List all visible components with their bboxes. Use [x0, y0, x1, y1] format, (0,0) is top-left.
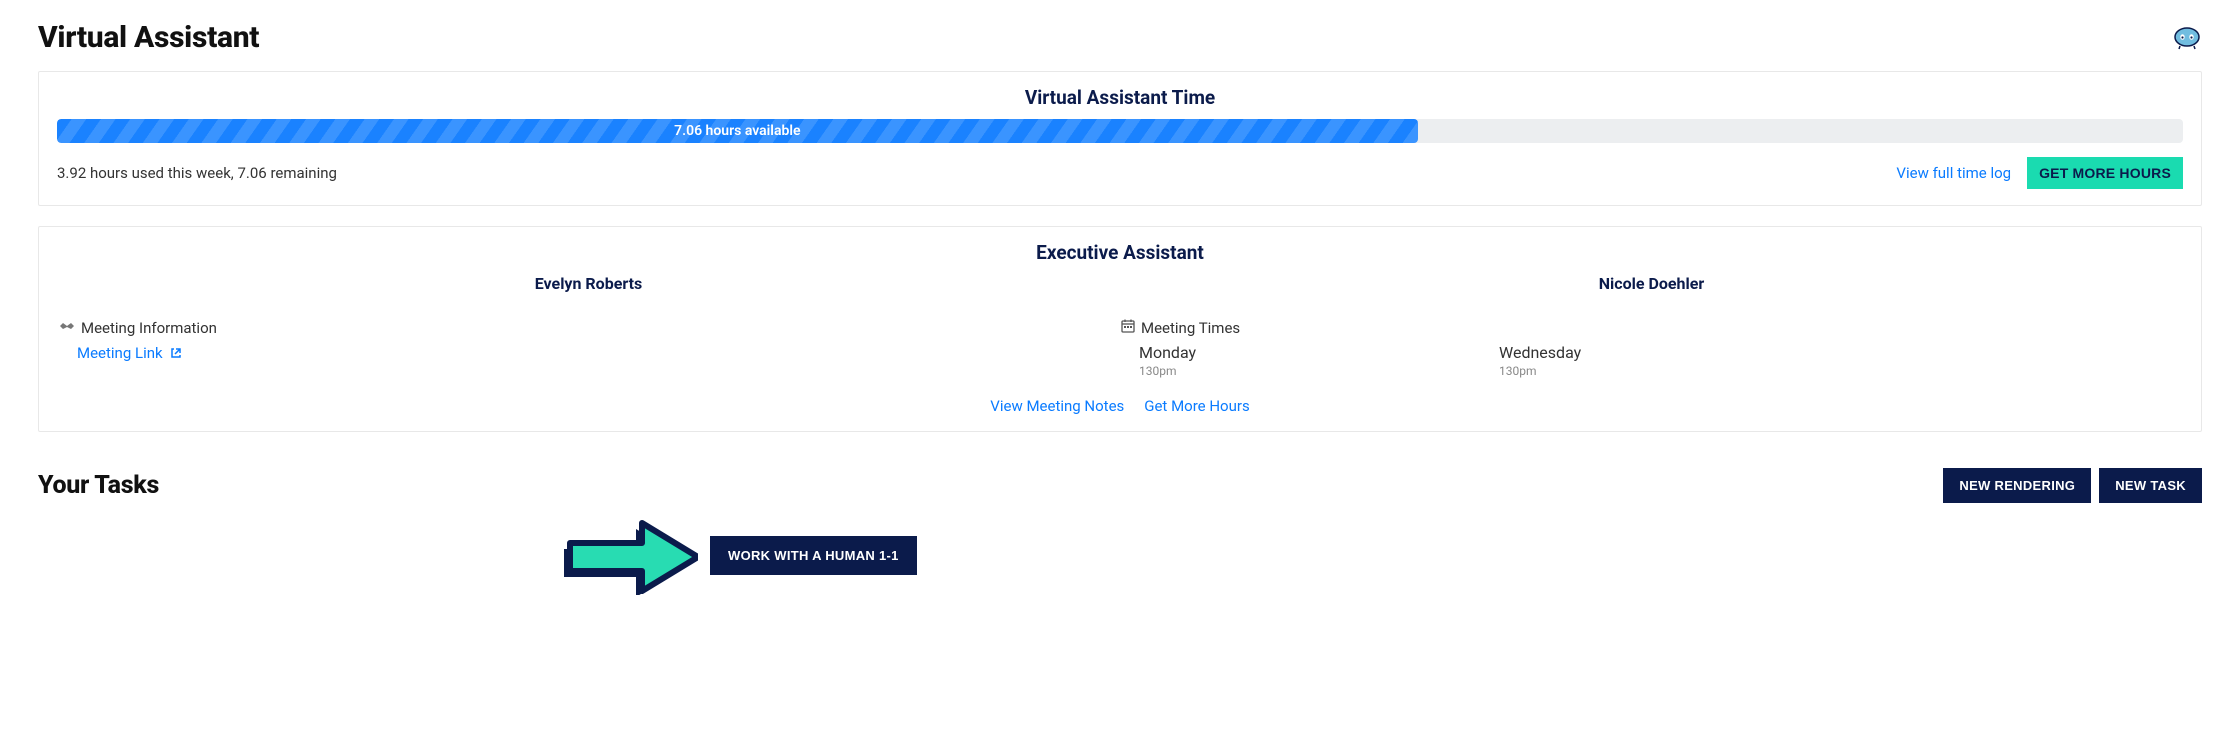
meeting-time-1: 130pm [1139, 364, 1499, 378]
new-task-button[interactable]: NEW TASK [2099, 468, 2202, 503]
get-more-hours-button[interactable]: GET MORE HOURS [2027, 157, 2183, 189]
meeting-times-heading: Meeting Times [1121, 319, 2183, 337]
meeting-day-2: Wednesday [1499, 343, 2183, 362]
meeting-link[interactable]: Meeting Link [77, 344, 182, 362]
vat-card-title: Virtual Assistant Time [57, 86, 2183, 109]
meeting-link-label: Meeting Link [77, 344, 163, 362]
new-rendering-button[interactable]: NEW RENDERING [1943, 468, 2091, 503]
ea-name-1: Evelyn Roberts [57, 274, 1120, 293]
meeting-info-heading: Meeting Information [59, 319, 1121, 337]
executive-assistant-card: Executive Assistant Evelyn Roberts Nicol… [38, 226, 2202, 432]
arrow-icon [558, 515, 698, 595]
view-full-time-log-link[interactable]: View full time log [1896, 164, 2011, 182]
ea-get-more-hours-link[interactable]: Get More Hours [1144, 397, 1249, 415]
handshake-icon [59, 320, 75, 336]
meeting-info-label: Meeting Information [81, 319, 217, 337]
page-title: Virtual Assistant [38, 20, 259, 55]
vat-progress-bar: 7.06 hours available [57, 119, 2183, 143]
ea-name-2: Nicole Doehler [1120, 274, 2183, 293]
meeting-time-2: 130pm [1499, 364, 2183, 378]
calendar-icon [1121, 319, 1135, 337]
vat-progress-label: 7.06 hours available [57, 119, 1418, 143]
view-meeting-notes-link[interactable]: View Meeting Notes [990, 397, 1124, 415]
avatar[interactable] [2172, 26, 2202, 50]
vat-status-text: 3.92 hours used this week, 7.06 remainin… [57, 164, 337, 182]
tasks-title: Your Tasks [38, 471, 159, 500]
work-with-human-button[interactable]: WORK WITH A HUMAN 1-1 [710, 536, 917, 575]
meeting-day-1: Monday [1139, 343, 1499, 362]
vat-time-card: Virtual Assistant Time 7.06 hours availa… [38, 71, 2202, 206]
external-link-icon [170, 345, 182, 357]
ea-card-title: Executive Assistant [57, 241, 2183, 264]
meeting-times-label: Meeting Times [1141, 319, 1240, 337]
